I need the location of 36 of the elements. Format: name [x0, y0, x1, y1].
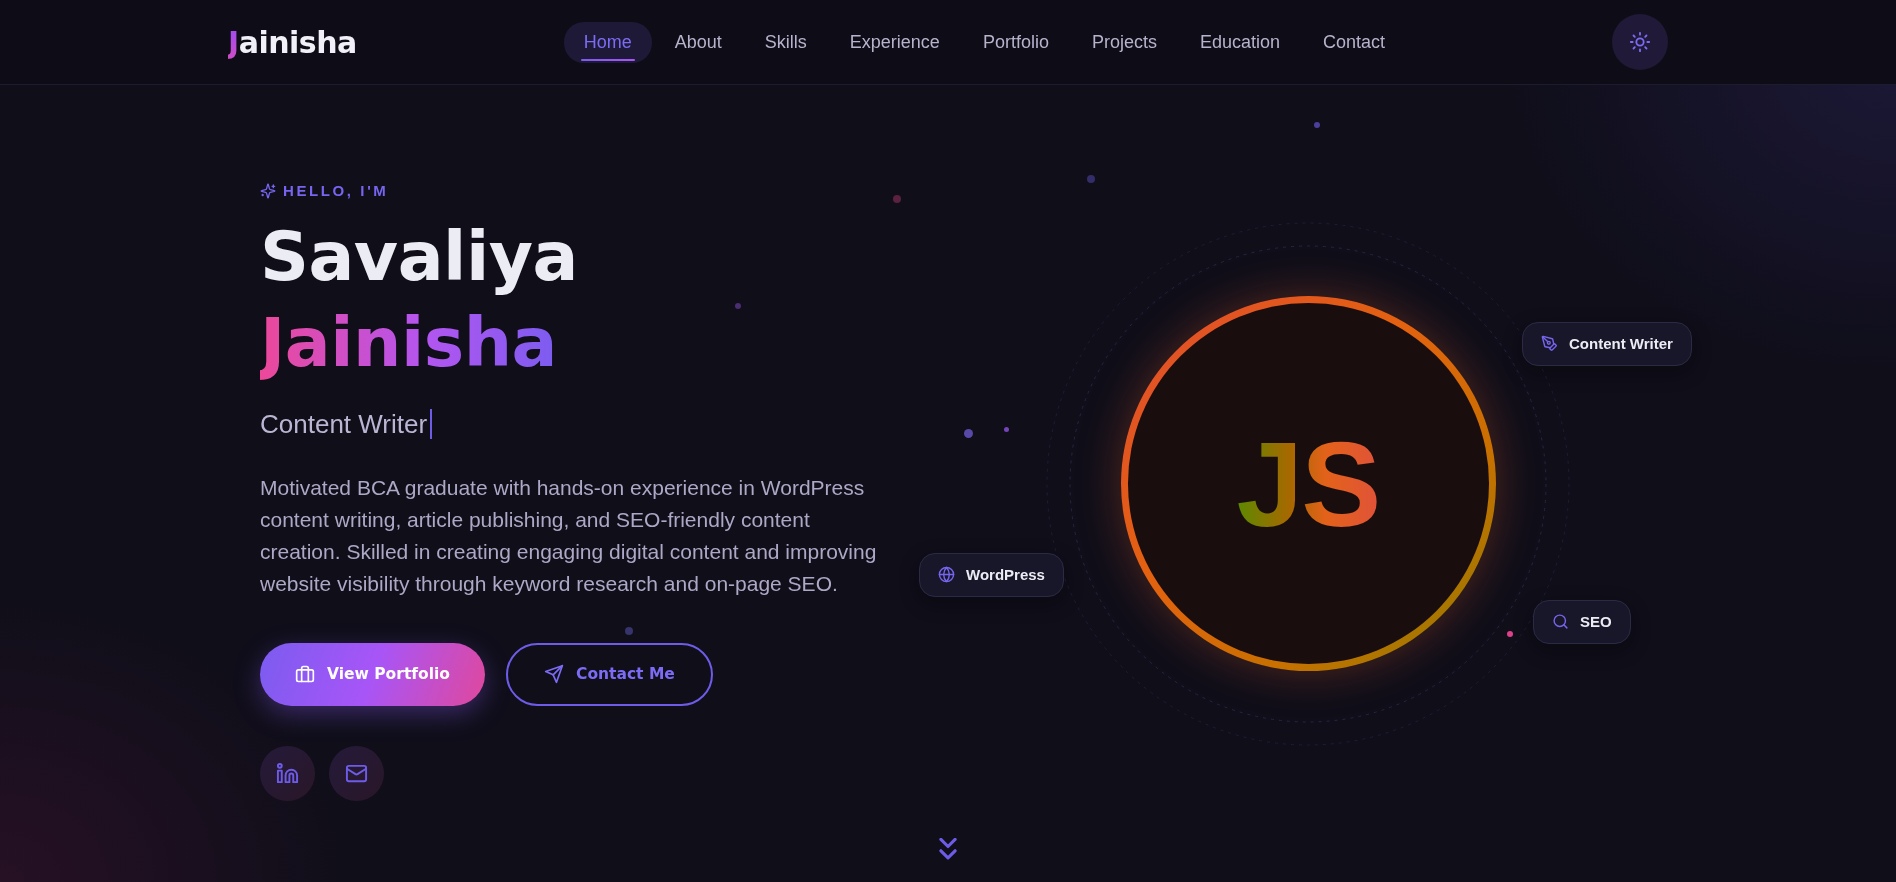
- pen-nib-icon: [1541, 335, 1558, 352]
- greeting-text: HELLO, I'M: [283, 181, 389, 200]
- nav-link[interactable]: Projects: [1071, 21, 1177, 63]
- nav-link[interactable]: Education: [1179, 21, 1300, 63]
- portfolio-button[interactable]: View Portfolio: [260, 642, 485, 706]
- nav-link[interactable]: Contact: [1303, 21, 1406, 63]
- particle-dot: [1087, 175, 1095, 183]
- nav-link[interactable]: Home: [563, 21, 652, 63]
- nav-link[interactable]: Skills: [744, 21, 827, 63]
- globe-icon: [938, 566, 955, 583]
- briefcase-icon: [295, 664, 315, 684]
- linkedin-icon: [276, 761, 299, 785]
- nav-link[interactable]: About: [654, 21, 742, 63]
- intro-paragraph: Motivated BCA graduate with hands-on experience in WordPress content writing, article publishing, and SEO-friendly content creation. Skilled in creating engaging digital content and improving website visibility through keyword research and on-page SEO.: [260, 474, 878, 597]
- role-text: Content Writer: [260, 408, 428, 439]
- nav-link[interactable]: Experience: [829, 21, 960, 63]
- badge-label: Content Writer: [1569, 335, 1673, 352]
- theme-toggle-button[interactable]: [1612, 14, 1668, 70]
- badge-label: WordPress: [966, 566, 1045, 583]
- particle-dot: [963, 428, 973, 438]
- particle-dot: [1003, 426, 1009, 432]
- sparkle-icon: [260, 182, 276, 199]
- sun-icon: [1629, 31, 1651, 53]
- particle-dot: [1507, 631, 1513, 637]
- nav-link[interactable]: Portfolio: [962, 21, 1069, 63]
- particle-dot: [893, 195, 901, 203]
- search-icon: [1552, 613, 1569, 630]
- particle-dot: [1314, 122, 1320, 128]
- badge-label: SEO: [1580, 613, 1612, 630]
- paper-plane-icon: [544, 664, 564, 684]
- double-chevron-down-icon[interactable]: [938, 838, 958, 860]
- particle-dot: [625, 627, 633, 635]
- particle-dot: [735, 303, 741, 309]
- text-cursor-icon: [430, 408, 433, 439]
- contact-button[interactable]: Contact Me: [506, 642, 713, 706]
- name-heading: Savaliya: [260, 215, 578, 298]
